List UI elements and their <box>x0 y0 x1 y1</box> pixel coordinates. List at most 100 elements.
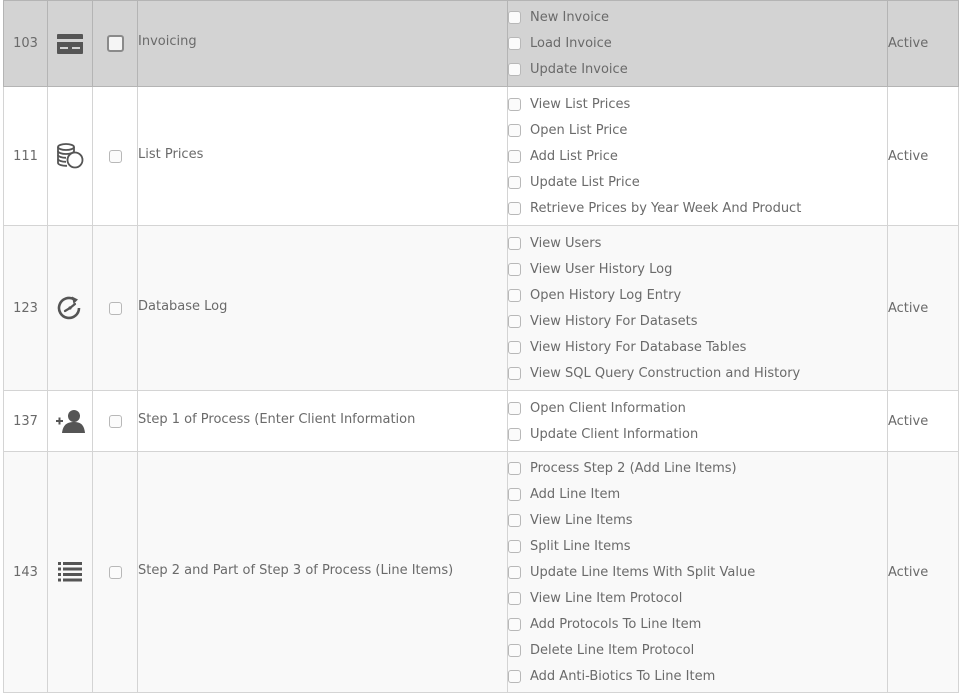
permission-checkbox[interactable] <box>508 669 521 683</box>
permission-label: Update Line Items With Split Value <box>530 564 756 580</box>
module-id: 111 <box>3 86 48 226</box>
permission-label: View SQL Query Construction and History <box>530 365 801 381</box>
permission-label: Process Step 2 (Add Line Items) <box>530 460 737 476</box>
permission-item: Split Line Items <box>508 533 887 559</box>
permission-item: Load Invoice <box>508 31 887 57</box>
status-text: Active <box>887 225 959 391</box>
permission-label: Open Client Information <box>530 400 686 416</box>
permission-checkbox[interactable] <box>508 401 521 415</box>
permission-item: Update Invoice <box>508 57 887 83</box>
coins-icon <box>48 143 92 169</box>
module-id: 143 <box>3 451 48 693</box>
permission-item: Open History Log Entry <box>508 282 887 308</box>
permission-checkbox[interactable] <box>508 123 521 137</box>
permission-checkbox[interactable] <box>508 63 521 76</box>
permission-item: Process Step 2 (Add Line Items) <box>508 455 887 481</box>
permission-item: View List Prices <box>508 91 887 117</box>
permission-checkbox[interactable] <box>508 262 521 276</box>
permission-item: Update Line Items With Split Value <box>508 559 887 585</box>
permission-label: Update Client Information <box>530 426 699 442</box>
credit-card-icon <box>48 33 92 54</box>
permission-item: View Line Item Protocol <box>508 585 887 611</box>
module-checkbox[interactable] <box>108 149 122 163</box>
permission-item: View User History Log <box>508 256 887 282</box>
permission-label: View List Prices <box>530 96 631 112</box>
history-clock-icon <box>48 295 92 321</box>
permission-checkbox[interactable] <box>508 643 521 657</box>
permission-checkbox[interactable] <box>508 340 521 354</box>
module-name: Step 2 and Part of Step 3 of Process (Li… <box>138 562 454 578</box>
permission-list: View List Prices Open List Price Add Lis… <box>507 86 888 226</box>
permission-list: Open Client Information Update Client In… <box>507 390 888 452</box>
permission-checkbox[interactable] <box>508 11 521 24</box>
module-id: 103 <box>3 0 48 87</box>
permission-checkbox[interactable] <box>508 487 521 501</box>
permission-label: Update List Price <box>530 174 640 190</box>
permission-label: Add Line Item <box>530 486 621 502</box>
permission-checkbox[interactable] <box>508 201 521 215</box>
permission-item: Update List Price <box>508 169 887 195</box>
permission-item: Open Client Information <box>508 395 887 421</box>
module-checkbox[interactable] <box>108 565 122 579</box>
permission-label: View History For Database Tables <box>530 339 747 355</box>
permission-checkbox[interactable] <box>508 314 521 328</box>
permission-list: Process Step 2 (Add Line Items) Add Line… <box>507 451 888 693</box>
permission-checkbox[interactable] <box>508 427 521 441</box>
permission-label: Add Protocols To Line Item <box>530 616 702 632</box>
permission-checkbox[interactable] <box>508 37 521 50</box>
permission-checkbox[interactable] <box>508 565 521 579</box>
module-id: 137 <box>3 390 48 452</box>
status-text: Active <box>887 390 959 452</box>
module-checkbox[interactable] <box>108 414 122 428</box>
permission-checkbox[interactable] <box>508 366 521 380</box>
table-row: 103 Invoicing New Invoice Load Invoice U… <box>3 0 959 87</box>
permission-label: Open List Price <box>530 122 628 138</box>
permission-label: Split Line Items <box>530 538 631 554</box>
permission-checkbox[interactable] <box>508 97 521 111</box>
status-text: Active <box>887 451 959 693</box>
module-checkbox[interactable] <box>106 35 124 52</box>
permission-checkbox[interactable] <box>508 288 521 302</box>
permission-checkbox[interactable] <box>508 513 521 527</box>
permissions-table: 103 Invoicing New Invoice Load Invoice U… <box>3 0 959 693</box>
permission-label: Retrieve Prices by Year Week And Product <box>530 200 802 216</box>
permission-checkbox[interactable] <box>508 236 521 250</box>
table-row: 137 Step 1 of Process (Enter Client Info… <box>3 390 959 452</box>
module-checkbox[interactable] <box>108 301 122 315</box>
module-name: Invoicing <box>138 34 197 49</box>
permission-label: View Users <box>530 235 602 251</box>
permission-checkbox[interactable] <box>508 617 521 631</box>
status-text: Active <box>887 86 959 226</box>
permission-item: Retrieve Prices by Year Week And Product <box>508 195 887 221</box>
permission-item: Update Client Information <box>508 421 887 447</box>
permission-item: View Line Items <box>508 507 887 533</box>
permission-item: Add Line Item <box>508 481 887 507</box>
permission-item: New Invoice <box>508 5 887 31</box>
module-name: List Prices <box>138 146 204 162</box>
permission-item: Add Anti-Biotics To Line Item <box>508 663 887 689</box>
permission-checkbox[interactable] <box>508 175 521 189</box>
permission-label: Delete Line Item Protocol <box>530 642 695 658</box>
status-text: Active <box>887 0 959 87</box>
permission-label: View User History Log <box>530 261 673 277</box>
list-icon <box>48 562 92 582</box>
permission-item: View History For Database Tables <box>508 334 887 360</box>
table-row: 111 List Prices View List Prices Open Li… <box>3 86 959 226</box>
permission-label: View History For Datasets <box>530 313 698 329</box>
module-name: Step 1 of Process (Enter Client Informat… <box>138 411 416 427</box>
permission-label: Load Invoice <box>530 36 612 51</box>
table-row: 143 Step 2 and Part of Step 3 of Process… <box>3 451 959 693</box>
permission-item: View Users <box>508 230 887 256</box>
permission-checkbox[interactable] <box>508 461 521 475</box>
permission-list: New Invoice Load Invoice Update Invoice <box>507 0 888 87</box>
permission-list: View Users View User History Log Open Hi… <box>507 225 888 391</box>
permission-label: New Invoice <box>530 10 609 25</box>
permission-item: View SQL Query Construction and History <box>508 360 887 386</box>
permission-checkbox[interactable] <box>508 591 521 605</box>
permission-checkbox[interactable] <box>508 539 521 553</box>
permission-checkbox[interactable] <box>508 149 521 163</box>
add-user-icon <box>48 409 92 433</box>
permission-item: Delete Line Item Protocol <box>508 637 887 663</box>
permission-label: Add List Price <box>530 148 618 164</box>
permission-label: Open History Log Entry <box>530 287 682 303</box>
